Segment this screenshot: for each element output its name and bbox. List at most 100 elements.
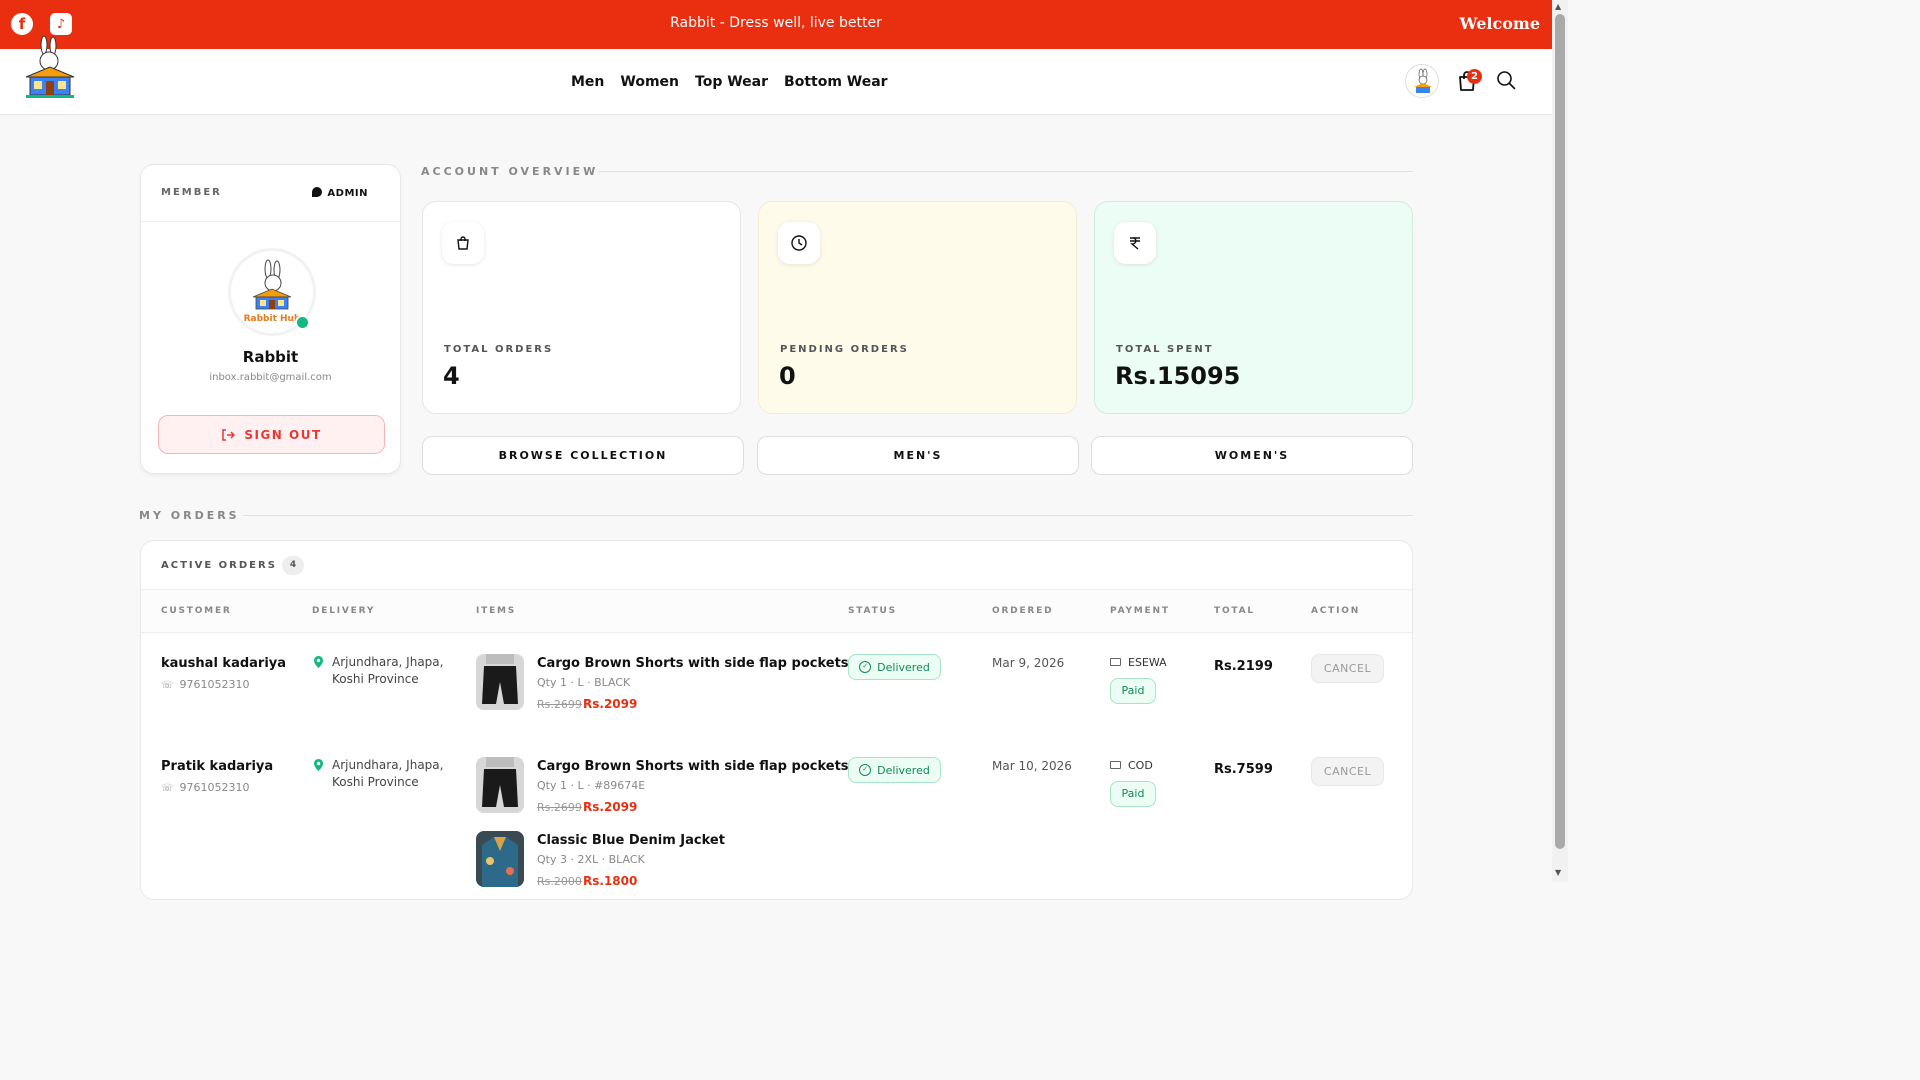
stat-total-spent: TOTAL SPENT Rs.15095	[1094, 201, 1413, 414]
cart-count-badge: 2	[1467, 69, 1482, 84]
col-total: TOTAL	[1214, 606, 1255, 616]
customer-phone: ☏ 9761052310	[161, 678, 250, 691]
col-ordered: ORDERED	[992, 606, 1054, 616]
phone-icon: ☏	[161, 680, 174, 691]
cancel-order-button[interactable]: CANCEL	[1311, 757, 1384, 786]
stat-total-orders: TOTAL ORDERS 4	[422, 201, 741, 414]
phone-number: 9761052310	[179, 781, 250, 794]
section-divider	[243, 515, 1413, 516]
col-delivery: DELIVERY	[312, 606, 376, 616]
admin-badge: ADMIN	[312, 187, 368, 199]
item-name[interactable]: Classic Blue Denim Jacket	[537, 833, 725, 848]
stat-value: 4	[443, 362, 460, 390]
order-total: Rs.7599	[1214, 762, 1273, 777]
search-icon[interactable]	[1496, 70, 1516, 90]
admin-label: ADMIN	[327, 188, 368, 199]
sign-out-label: SIGN OUT	[244, 427, 322, 442]
member-name: Rabbit	[242, 348, 299, 366]
ordered-date: Mar 9, 2026	[992, 656, 1065, 670]
customer-phone: ☏ 9761052310	[161, 781, 250, 794]
stat-label: TOTAL SPENT	[1116, 344, 1214, 355]
my-orders-title: MY ORDERS	[139, 509, 240, 522]
sign-out-button[interactable]: SIGN OUT	[158, 415, 385, 454]
check-circle-icon: ✓	[859, 764, 872, 776]
table-column-headers: CUSTOMER DELIVERY ITEMS STATUS ORDERED P…	[141, 590, 1412, 633]
customer-name: kaushal kadariya	[161, 656, 287, 671]
profile-avatar[interactable]	[1405, 64, 1439, 98]
stat-pending-orders: PENDING ORDERS 0	[758, 201, 1077, 414]
avatar-brand-text: Rabbit Hub	[244, 314, 301, 324]
delivery-address: Arjundhara, Jhapa, Koshi Province	[314, 654, 454, 688]
page-scrollbar[interactable]: ▲ ▼	[1552, 0, 1568, 882]
credit-card-icon	[1110, 761, 1121, 769]
orders-table-card: ACTIVE ORDERS 4 CUSTOMER DELIVERY ITEMS …	[140, 540, 1413, 900]
address-line-1: Arjundhara, Jhapa,	[332, 758, 444, 772]
member-email: inbox.rabbit@gmail.com	[209, 372, 332, 383]
shield-icon	[312, 187, 323, 197]
active-orders-label: ACTIVE ORDERS	[161, 560, 277, 571]
product-thumbnail	[476, 757, 524, 813]
product-thumbnail	[476, 654, 524, 710]
item-old-price: Rs.2699	[537, 698, 582, 711]
col-action: ACTION	[1311, 606, 1361, 616]
member-card-header: MEMBER ADMIN	[141, 165, 400, 222]
product-thumbnail	[476, 831, 524, 887]
phone-number: 9761052310	[179, 678, 250, 691]
womens-button[interactable]: WOMEN'S	[1091, 436, 1413, 475]
item-old-price: Rs.2699	[537, 801, 582, 814]
customer-name: Pratik kadariya	[161, 759, 274, 774]
main-nav: Men Women Top Wear Bottom Wear	[571, 74, 888, 90]
rabbit-logo[interactable]	[20, 35, 80, 99]
payment-method-text: COD	[1128, 759, 1153, 772]
credit-card-icon	[1110, 658, 1121, 666]
item-price: Rs.1800	[583, 874, 638, 888]
status-text: Delivered	[877, 763, 930, 777]
section-divider	[598, 171, 1413, 172]
status-text: Delivered	[877, 660, 930, 674]
scroll-down-icon[interactable]: ▼	[1555, 868, 1561, 877]
item-price: Rs.2099	[583, 697, 638, 711]
tagline: Rabbit - Dress well, live better	[670, 15, 882, 31]
shopping-bag-icon	[442, 222, 484, 264]
welcome-text: Welcome	[1459, 14, 1540, 33]
payment-status-badge: Paid	[1110, 678, 1156, 704]
browse-collection-button[interactable]: BROWSE COLLECTION	[422, 436, 744, 475]
col-items: ITEMS	[476, 606, 517, 616]
clock-icon	[778, 222, 820, 264]
nav-link-top-wear[interactable]: Top Wear	[695, 74, 768, 90]
stat-label: TOTAL ORDERS	[444, 344, 554, 355]
account-overview-title: ACCOUNT OVERVIEW	[421, 165, 599, 178]
stat-label: PENDING ORDERS	[780, 344, 909, 355]
active-orders-count: 4	[282, 556, 304, 575]
rupee-icon	[1114, 222, 1156, 264]
status-badge: ✓ Delivered	[848, 757, 941, 783]
scrollbar-thumb[interactable]	[1555, 14, 1565, 849]
col-payment: PAYMENT	[1110, 606, 1170, 616]
nav-link-men[interactable]: Men	[571, 74, 604, 90]
order-total: Rs.2199	[1214, 659, 1273, 674]
scroll-up-icon[interactable]: ▲	[1555, 2, 1561, 11]
item-meta: Qty 3 · 2XL · BLACK	[537, 853, 645, 866]
announcement-bar: f ♪ Rabbit - Dress well, live better Wel…	[0, 0, 1552, 49]
member-card: MEMBER ADMIN Rabbit Hub Rabbit inbox.rab…	[140, 164, 401, 474]
col-status: STATUS	[848, 606, 897, 616]
online-status-dot	[295, 315, 310, 330]
mens-button[interactable]: MEN'S	[757, 436, 1079, 475]
item-name[interactable]: Cargo Brown Shorts with side flap pocket…	[537, 759, 849, 774]
ordered-date: Mar 10, 2026	[992, 759, 1072, 773]
item-price: Rs.2099	[583, 800, 638, 814]
cancel-order-button[interactable]: CANCEL	[1311, 654, 1384, 683]
item-name[interactable]: Cargo Brown Shorts with side flap pocket…	[537, 656, 849, 671]
logout-icon	[222, 428, 236, 441]
stat-value: 0	[779, 362, 796, 390]
item-old-price: Rs.2000	[537, 875, 582, 888]
address-line-2: Koshi Province	[332, 672, 419, 686]
status-badge: ✓ Delivered	[848, 654, 941, 680]
nav-link-bottom-wear[interactable]: Bottom Wear	[784, 74, 888, 90]
nav-link-women[interactable]: Women	[620, 74, 679, 90]
check-circle-icon: ✓	[859, 661, 872, 673]
phone-icon: ☏	[161, 783, 174, 794]
item-meta: Qty 1 · L · BLACK	[537, 676, 631, 689]
address-line-2: Koshi Province	[332, 775, 419, 789]
col-customer: CUSTOMER	[161, 606, 232, 616]
